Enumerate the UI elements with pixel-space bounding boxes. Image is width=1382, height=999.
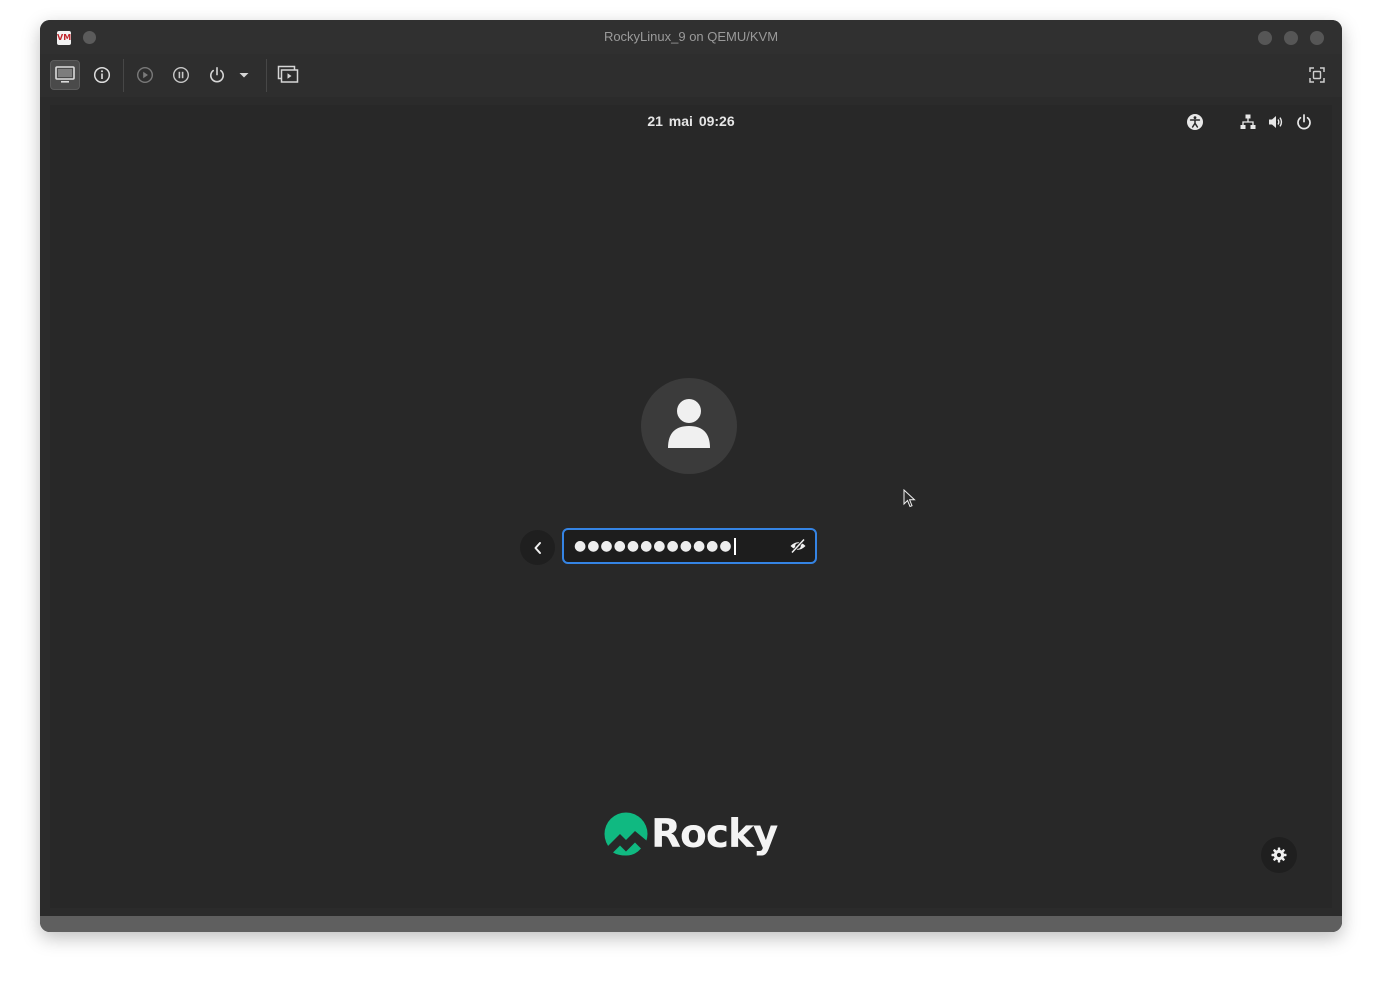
- play-icon: [136, 66, 154, 84]
- toolbar: [40, 54, 1342, 97]
- snapshots-icon: [277, 65, 299, 83]
- vm-viewer-window: RockyLinux_9 on QEMU/KVM VM 21 mai 09:26…: [40, 20, 1342, 932]
- pause-button[interactable]: [166, 60, 196, 90]
- run-button[interactable]: [130, 60, 160, 90]
- info-icon: [93, 66, 111, 84]
- fullscreen-icon: [1309, 67, 1325, 83]
- gear-icon: [1271, 847, 1287, 863]
- snapshots-button[interactable]: [273, 60, 303, 90]
- user-avatar: [641, 378, 737, 474]
- window-title: RockyLinux_9 on QEMU/KVM: [603, 29, 779, 44]
- network-icon[interactable]: [1239, 113, 1257, 131]
- close-button[interactable]: [1310, 31, 1324, 45]
- guest-display[interactable]: 21 mai 09:26 ●●●●●●●●●●●● Rocky: [50, 105, 1332, 908]
- caret-down-icon: [239, 73, 249, 78]
- minimize-button[interactable]: [1258, 31, 1272, 45]
- volume-icon[interactable]: [1267, 113, 1285, 131]
- shutdown-menu-button[interactable]: [234, 60, 254, 90]
- maximize-button[interactable]: [1284, 31, 1298, 45]
- power-icon[interactable]: [1295, 113, 1313, 131]
- shutdown-button[interactable]: [202, 60, 232, 90]
- fullscreen-button[interactable]: [1302, 60, 1332, 90]
- monitor-icon: [55, 66, 75, 83]
- accessibility-icon[interactable]: [1186, 113, 1204, 131]
- user-icon: [668, 399, 710, 448]
- status-bar: [40, 916, 1342, 932]
- console-view-button[interactable]: [50, 60, 80, 90]
- rocky-mountain-icon: [604, 812, 648, 856]
- top-bar-clock[interactable]: 21 mai 09:26: [50, 113, 1332, 129]
- window-menu-button[interactable]: [83, 31, 96, 44]
- details-view-button[interactable]: [87, 60, 117, 90]
- password-input[interactable]: ●●●●●●●●●●●●: [562, 528, 817, 564]
- eye-slash-icon: [790, 538, 806, 554]
- pause-icon: [172, 66, 190, 84]
- toolbar-separator: [123, 59, 124, 92]
- session-settings-button[interactable]: [1261, 837, 1297, 873]
- back-button[interactable]: [520, 530, 555, 565]
- password-value: ●●●●●●●●●●●●: [574, 530, 736, 562]
- chevron-left-icon: [534, 541, 541, 554]
- title-bar[interactable]: RockyLinux_9 on QEMU/KVM VM: [40, 20, 1342, 54]
- peek-password-button[interactable]: [789, 537, 807, 555]
- virt-manager-icon: VM: [57, 31, 71, 45]
- power-icon: [210, 66, 224, 83]
- toolbar-separator: [266, 59, 267, 92]
- rocky-logo: Rocky: [604, 811, 778, 857]
- mouse-pointer-icon: [903, 489, 916, 508]
- text-caret: [733, 537, 736, 555]
- logo-text: Rocky: [651, 811, 778, 857]
